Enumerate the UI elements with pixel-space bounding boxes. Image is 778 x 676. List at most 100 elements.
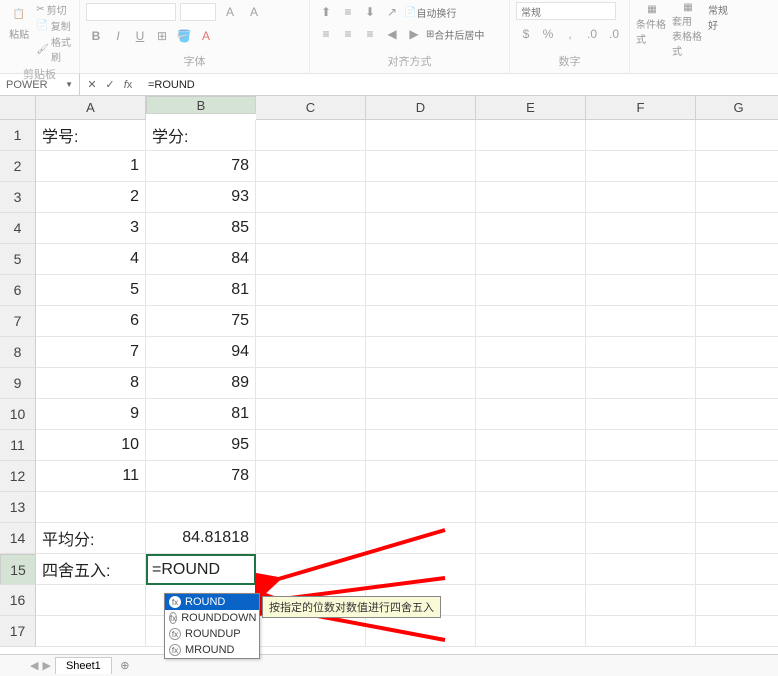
row-header-1[interactable]: 1: [0, 120, 36, 151]
row-header-14[interactable]: 14: [0, 523, 36, 554]
inc-decimal-button[interactable]: .0: [582, 24, 602, 44]
row-header-11[interactable]: 11: [0, 430, 36, 461]
cell-A2[interactable]: 1: [36, 151, 146, 182]
cell-G10[interactable]: [696, 399, 778, 430]
cell-C6[interactable]: [256, 275, 366, 306]
cell-F14[interactable]: [586, 523, 696, 554]
font-color-button[interactable]: A: [196, 26, 216, 46]
table-fmt-button[interactable]: ▦套用 表格格式: [672, 2, 704, 46]
cell-A3[interactable]: 2: [36, 182, 146, 213]
row-header-12[interactable]: 12: [0, 461, 36, 492]
fx-button[interactable]: fx: [120, 77, 136, 93]
autocomplete-item-roundup[interactable]: fxROUNDUP: [165, 626, 259, 642]
cell-A13[interactable]: [36, 492, 146, 523]
cell-A9[interactable]: 8: [36, 368, 146, 399]
prev-sheet-button[interactable]: ◀: [30, 659, 38, 672]
cell-F5[interactable]: [586, 244, 696, 275]
cell-D8[interactable]: [366, 337, 476, 368]
cell-E4[interactable]: [476, 213, 586, 244]
cell-G11[interactable]: [696, 430, 778, 461]
row-header-13[interactable]: 13: [0, 492, 36, 523]
cell-styles-button[interactable]: 常规 好: [708, 2, 728, 32]
cell-B7[interactable]: 75: [146, 306, 256, 337]
cell-B11[interactable]: 95: [146, 430, 256, 461]
cell-F6[interactable]: [586, 275, 696, 306]
cell-C11[interactable]: [256, 430, 366, 461]
cell-C9[interactable]: [256, 368, 366, 399]
cell-E15[interactable]: [476, 554, 586, 585]
cell-F17[interactable]: [586, 616, 696, 647]
cell-D1[interactable]: [366, 120, 476, 151]
add-sheet-button[interactable]: ⊕: [116, 657, 134, 675]
fill-color-button[interactable]: 🪣: [174, 26, 194, 46]
cell-D3[interactable]: [366, 182, 476, 213]
column-header-D[interactable]: D: [366, 96, 476, 120]
cell-D6[interactable]: [366, 275, 476, 306]
number-format-select[interactable]: 常规: [516, 2, 616, 20]
select-all-corner[interactable]: [0, 96, 36, 120]
cell-G15[interactable]: [696, 554, 778, 585]
cut-button[interactable]: ✂ 剪切: [36, 2, 73, 17]
cell-G12[interactable]: [696, 461, 778, 492]
cell-F11[interactable]: [586, 430, 696, 461]
cell-B8[interactable]: 94: [146, 337, 256, 368]
cell-G13[interactable]: [696, 492, 778, 523]
cell-B6[interactable]: 81: [146, 275, 256, 306]
cell-B5[interactable]: 84: [146, 244, 256, 275]
cell-F1[interactable]: [586, 120, 696, 151]
cell-E14[interactable]: [476, 523, 586, 554]
cell-B13[interactable]: [146, 492, 256, 523]
cell-G17[interactable]: [696, 616, 778, 647]
comma-button[interactable]: ,: [560, 24, 580, 44]
merge-button[interactable]: ⊞ 合并后居中: [426, 24, 484, 44]
cell-A14[interactable]: 平均分:: [36, 523, 146, 554]
cell-E17[interactable]: [476, 616, 586, 647]
cell-D2[interactable]: [366, 151, 476, 182]
row-header-17[interactable]: 17: [0, 616, 36, 647]
cell-G14[interactable]: [696, 523, 778, 554]
cell-A8[interactable]: 7: [36, 337, 146, 368]
cell-E12[interactable]: [476, 461, 586, 492]
cell-D10[interactable]: [366, 399, 476, 430]
cell-C5[interactable]: [256, 244, 366, 275]
cell-F12[interactable]: [586, 461, 696, 492]
cell-E9[interactable]: [476, 368, 586, 399]
cell-A16[interactable]: [36, 585, 146, 616]
paste-button[interactable]: 📋 粘贴: [6, 2, 32, 46]
orientation-button[interactable]: ↗: [382, 2, 402, 22]
next-sheet-button[interactable]: ▶: [42, 659, 50, 672]
cell-F8[interactable]: [586, 337, 696, 368]
cell-E3[interactable]: [476, 182, 586, 213]
column-header-B[interactable]: B: [146, 96, 256, 114]
column-header-F[interactable]: F: [586, 96, 696, 120]
row-header-6[interactable]: 6: [0, 275, 36, 306]
sheet-tab[interactable]: Sheet1: [55, 657, 112, 674]
cell-G1[interactable]: [696, 120, 778, 151]
cell-E13[interactable]: [476, 492, 586, 523]
cell-F4[interactable]: [586, 213, 696, 244]
increase-font-button[interactable]: A: [220, 2, 240, 22]
cell-F15[interactable]: [586, 554, 696, 585]
cell-F7[interactable]: [586, 306, 696, 337]
cell-F10[interactable]: [586, 399, 696, 430]
row-header-5[interactable]: 5: [0, 244, 36, 275]
cell-A17[interactable]: [36, 616, 146, 647]
cell-D12[interactable]: [366, 461, 476, 492]
cell-F3[interactable]: [586, 182, 696, 213]
border-button[interactable]: ⊞: [152, 26, 172, 46]
cell-D4[interactable]: [366, 213, 476, 244]
indent-inc-button[interactable]: ▶: [404, 24, 424, 44]
column-header-C[interactable]: C: [256, 96, 366, 120]
column-header-G[interactable]: G: [696, 96, 778, 120]
cell-C8[interactable]: [256, 337, 366, 368]
cell-A10[interactable]: 9: [36, 399, 146, 430]
column-header-E[interactable]: E: [476, 96, 586, 120]
align-left-button[interactable]: ≡: [316, 24, 336, 44]
cell-A12[interactable]: 11: [36, 461, 146, 492]
cell-F13[interactable]: [586, 492, 696, 523]
align-right-button[interactable]: ≡: [360, 24, 380, 44]
cell-G2[interactable]: [696, 151, 778, 182]
cell-G7[interactable]: [696, 306, 778, 337]
cell-G3[interactable]: [696, 182, 778, 213]
autocomplete-item-mround[interactable]: fxMROUND: [165, 642, 259, 658]
